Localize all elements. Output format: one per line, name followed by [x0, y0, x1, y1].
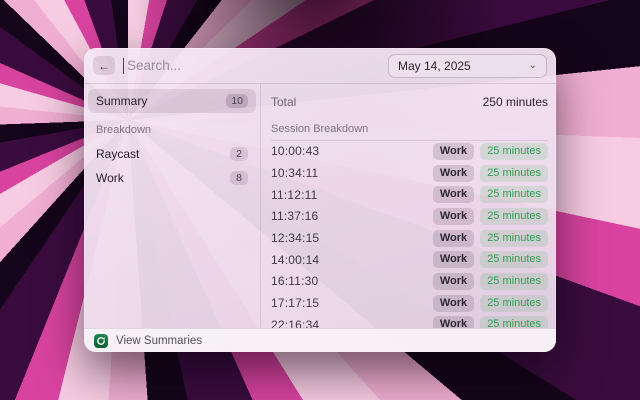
- session-row: 10:00:43 Work 25 minutes: [271, 141, 548, 163]
- action-bar: View Summaries: [84, 328, 556, 352]
- sidebar-item-raycast[interactable]: Raycast 2: [88, 142, 256, 166]
- search-bar: ← Search... May 14, 2025 ⌄: [84, 48, 556, 84]
- duration-pill: 25 minutes: [480, 230, 548, 247]
- tag-pill: Work: [433, 295, 474, 312]
- session-list: 10:00:43 Work 25 minutes 10:34:11 Work 2…: [271, 141, 548, 328]
- duration-pill: 25 minutes: [480, 186, 548, 203]
- tag-pill: Work: [433, 165, 474, 182]
- duration-pill: 25 minutes: [480, 295, 548, 312]
- duration-pill: 25 minutes: [480, 316, 548, 328]
- sidebar-item-work[interactable]: Work 8: [88, 166, 256, 190]
- session-time: 16:11:30: [271, 274, 318, 288]
- total-label: Total: [271, 95, 296, 109]
- session-row: 16:11:30 Work 25 minutes: [271, 271, 548, 293]
- raycast-window: ← Search... May 14, 2025 ⌄ Summary 10 Br…: [84, 48, 556, 352]
- duration-pill: 25 minutes: [480, 165, 548, 182]
- session-time: 22:16:34: [271, 318, 319, 328]
- session-row: 11:37:16 Work 25 minutes: [271, 206, 548, 228]
- view-summaries-icon: [94, 334, 108, 348]
- date-dropdown-value: May 14, 2025: [398, 59, 471, 73]
- session-row: 12:34:15 Work 25 minutes: [271, 227, 548, 249]
- duration-pill: 25 minutes: [480, 143, 548, 160]
- total-value: 250 minutes: [483, 95, 548, 109]
- sidebar-item-label: Raycast: [96, 147, 139, 161]
- count-badge: 8: [230, 171, 248, 185]
- sidebar-item-summary[interactable]: Summary 10: [88, 89, 256, 113]
- chevron-down-icon: ⌄: [529, 61, 537, 71]
- session-time: 17:17:15: [271, 296, 319, 310]
- session-row: 17:17:15 Work 25 minutes: [271, 292, 548, 314]
- session-row: 11:12:11 Work 25 minutes: [271, 184, 548, 206]
- count-badge: 2: [230, 147, 248, 161]
- duration-pill: 25 minutes: [480, 273, 548, 290]
- section-session-breakdown: Session Breakdown: [271, 121, 548, 136]
- session-time: 12:34:15: [271, 231, 319, 245]
- session-time: 10:00:43: [271, 144, 319, 158]
- sidebar-section-breakdown: Breakdown: [96, 124, 248, 136]
- tag-pill: Work: [433, 186, 474, 203]
- tag-pill: Work: [433, 273, 474, 290]
- search-input[interactable]: Search...: [127, 58, 388, 73]
- content-area: Summary 10 Breakdown Raycast 2 Work 8 To…: [84, 84, 556, 328]
- tag-pill: Work: [433, 208, 474, 225]
- view-summaries-label: View Summaries: [116, 335, 202, 347]
- total-row: Total 250 minutes: [271, 92, 548, 111]
- tag-pill: Work: [433, 316, 474, 328]
- session-row: 10:34:11 Work 25 minutes: [271, 162, 548, 184]
- date-dropdown[interactable]: May 14, 2025 ⌄: [388, 54, 547, 78]
- text-caret: [123, 58, 124, 74]
- detail-panel: Total 250 minutes Session Breakdown 10:0…: [261, 84, 556, 328]
- session-row: 14:00:14 Work 25 minutes: [271, 249, 548, 271]
- duration-pill: 25 minutes: [480, 208, 548, 225]
- view-summaries-action[interactable]: View Summaries: [94, 334, 202, 348]
- sidebar-item-label: Summary: [96, 94, 147, 108]
- count-badge: 10: [226, 94, 248, 108]
- sidebar: Summary 10 Breakdown Raycast 2 Work 8: [84, 84, 261, 328]
- tag-pill: Work: [433, 251, 474, 268]
- duration-pill: 25 minutes: [480, 251, 548, 268]
- session-time: 11:12:11: [271, 188, 318, 202]
- back-button[interactable]: ←: [93, 56, 115, 75]
- back-arrow-icon: ←: [98, 59, 110, 73]
- session-row: 22:16:34 Work 25 minutes: [271, 314, 548, 328]
- tag-pill: Work: [433, 143, 474, 160]
- session-time: 10:34:11: [271, 166, 318, 180]
- sidebar-item-label: Work: [96, 171, 124, 185]
- tag-pill: Work: [433, 230, 474, 247]
- session-time: 14:00:14: [271, 253, 319, 267]
- session-time: 11:37:16: [271, 209, 318, 223]
